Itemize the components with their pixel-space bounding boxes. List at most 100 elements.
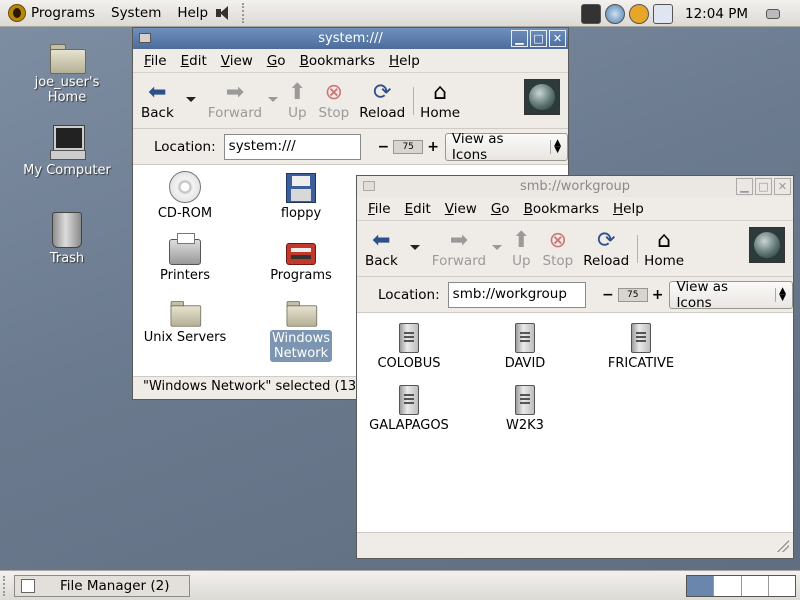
file-item-cdrom[interactable]: CD-ROM — [135, 169, 235, 221]
volume-icon[interactable] — [214, 4, 232, 22]
close-button[interactable]: ✕ — [549, 30, 566, 47]
location-bar: Location: system:/// − 75 + View as Icon… — [133, 129, 568, 165]
forward-label: Forward — [207, 105, 263, 121]
network-folder-icon — [286, 301, 318, 327]
forward-history-dropdown[interactable] — [268, 97, 279, 102]
browser-launcher-icon[interactable] — [605, 3, 625, 24]
window-titlebar[interactable]: smb://workgroup ▁ □ ✕ — [357, 176, 793, 197]
location-input[interactable]: system:/// — [223, 133, 362, 160]
select-arrows-icon: ▲ ▼ — [550, 138, 561, 154]
menu-bookmarks[interactable]: Bookmarks — [517, 201, 606, 217]
workspace-2[interactable] — [714, 576, 742, 596]
menu-view[interactable]: View — [438, 201, 484, 217]
menu-view[interactable]: View — [214, 53, 260, 69]
home-button[interactable]: ⌂ Home — [644, 227, 685, 270]
panel-drag-handle[interactable] — [3, 576, 9, 596]
home-label: Home — [644, 253, 685, 269]
maximize-button[interactable]: □ — [755, 178, 772, 195]
desktop-icon-home-label-2: Home — [47, 90, 87, 105]
menu-go[interactable]: Go — [260, 53, 293, 69]
programs-menu[interactable]: Programs — [0, 0, 103, 27]
minimize-button[interactable]: ▁ — [736, 178, 753, 195]
close-button[interactable]: ✕ — [774, 178, 791, 195]
activity-throbber-icon — [749, 227, 785, 263]
forward-arrow-icon: ➡ — [449, 227, 469, 253]
stop-button[interactable]: ⊗ Stop — [543, 227, 574, 270]
zoom-in-button[interactable]: + — [427, 139, 439, 155]
notes-launcher-icon[interactable] — [653, 3, 673, 24]
menubar: File Edit View Go Bookmarks Help — [357, 197, 793, 221]
file-item-server-fricative[interactable]: FRICATIVE — [591, 319, 691, 371]
file-item-label: CD-ROM — [157, 206, 213, 221]
workspace-3[interactable] — [742, 576, 769, 596]
taskbar-button-file-manager[interactable]: File Manager (2) — [14, 575, 190, 597]
zoom-out-button[interactable]: − — [602, 287, 614, 303]
file-item-floppy[interactable]: floppy — [251, 169, 351, 221]
maximize-button[interactable]: □ — [530, 30, 547, 47]
workspace-4[interactable] — [769, 576, 795, 596]
system-menu[interactable]: System — [103, 0, 169, 27]
zoom-in-button[interactable]: + — [652, 287, 664, 303]
resize-grip-icon[interactable] — [777, 540, 789, 552]
workspace-switcher[interactable] — [686, 575, 796, 597]
reload-button[interactable]: ⟳ Reload — [359, 79, 405, 122]
file-item-label: Unix Servers — [143, 330, 227, 345]
file-item-server-david[interactable]: DAVID — [475, 319, 575, 371]
mail-launcher-icon[interactable] — [629, 3, 649, 24]
taskbar-button-label: File Manager (2) — [60, 578, 170, 594]
menu-bookmarks[interactable]: Bookmarks — [293, 53, 382, 69]
file-item-unix-servers[interactable]: Unix Servers — [135, 293, 235, 345]
home-button[interactable]: ⌂ Home — [420, 79, 460, 122]
up-button[interactable]: ⬆ Up — [512, 227, 530, 270]
file-item-server-colobus[interactable]: COLOBUS — [359, 319, 459, 371]
location-label: Location: — [154, 138, 216, 155]
selected-label-line-2: Network — [273, 346, 329, 361]
home-icon: ⌂ — [433, 79, 448, 105]
desktop-icon-home[interactable]: joe_user's Home — [17, 44, 117, 105]
location-input[interactable]: smb://workgroup — [447, 281, 586, 308]
file-item-server-galapagos[interactable]: GALAPAGOS — [359, 381, 459, 433]
back-history-dropdown[interactable] — [185, 97, 196, 102]
panel-drag-handle[interactable] — [242, 3, 248, 23]
forward-history-dropdown[interactable] — [492, 245, 503, 250]
menu-file[interactable]: File — [137, 53, 174, 69]
forward-button[interactable]: ➡ Forward — [207, 79, 263, 122]
file-item-windows-network[interactable]: Windows Network — [251, 293, 351, 362]
forward-label: Forward — [431, 253, 487, 269]
desktop-icon-trash-label: Trash — [49, 251, 85, 266]
zoom-control: − 75 + — [377, 139, 438, 155]
view-as-select[interactable]: View as Icons ▲ ▼ — [669, 279, 793, 311]
zoom-level[interactable]: 75 — [393, 139, 424, 154]
menu-help[interactable]: Help — [382, 53, 427, 69]
floppy-icon — [286, 173, 316, 203]
minimize-button[interactable]: ▁ — [511, 30, 528, 47]
desktop-icon-my-computer[interactable]: My Computer — [17, 126, 117, 178]
workspace-1[interactable] — [687, 576, 715, 596]
file-item-printers[interactable]: Printers — [135, 231, 235, 283]
view-as-select[interactable]: View as Icons ▲ ▼ — [444, 131, 568, 163]
back-history-dropdown[interactable] — [409, 245, 420, 250]
menu-file[interactable]: File — [361, 201, 398, 217]
location-label: Location: — [378, 286, 440, 303]
forward-button[interactable]: ➡ Forward — [431, 227, 487, 270]
desktop-icon-trash[interactable]: Trash — [17, 212, 117, 266]
menu-help[interactable]: Help — [606, 201, 651, 217]
help-menu[interactable]: Help — [169, 0, 210, 27]
menu-go[interactable]: Go — [484, 201, 517, 217]
stop-button[interactable]: ⊗ Stop — [319, 79, 350, 122]
back-button[interactable]: ⬅ Back — [141, 79, 174, 122]
back-button[interactable]: ⬅ Back — [365, 227, 398, 270]
reload-button[interactable]: ⟳ Reload — [583, 227, 630, 270]
menu-edit[interactable]: Edit — [174, 53, 214, 69]
up-button[interactable]: ⬆ Up — [288, 79, 306, 122]
zoom-out-button[interactable]: − — [377, 139, 389, 155]
reload-label: Reload — [583, 253, 630, 269]
drawer-icon[interactable] — [766, 8, 780, 19]
menu-edit[interactable]: Edit — [398, 201, 438, 217]
file-item-programs[interactable]: Programs — [251, 231, 351, 283]
terminal-launcher-icon[interactable] — [581, 3, 601, 24]
clock[interactable]: 12:04 PM — [685, 6, 748, 22]
zoom-level[interactable]: 75 — [617, 287, 648, 302]
file-item-server-w2k3[interactable]: W2K3 — [475, 381, 575, 433]
window-titlebar[interactable]: system:/// ▁ □ ✕ — [133, 28, 568, 49]
